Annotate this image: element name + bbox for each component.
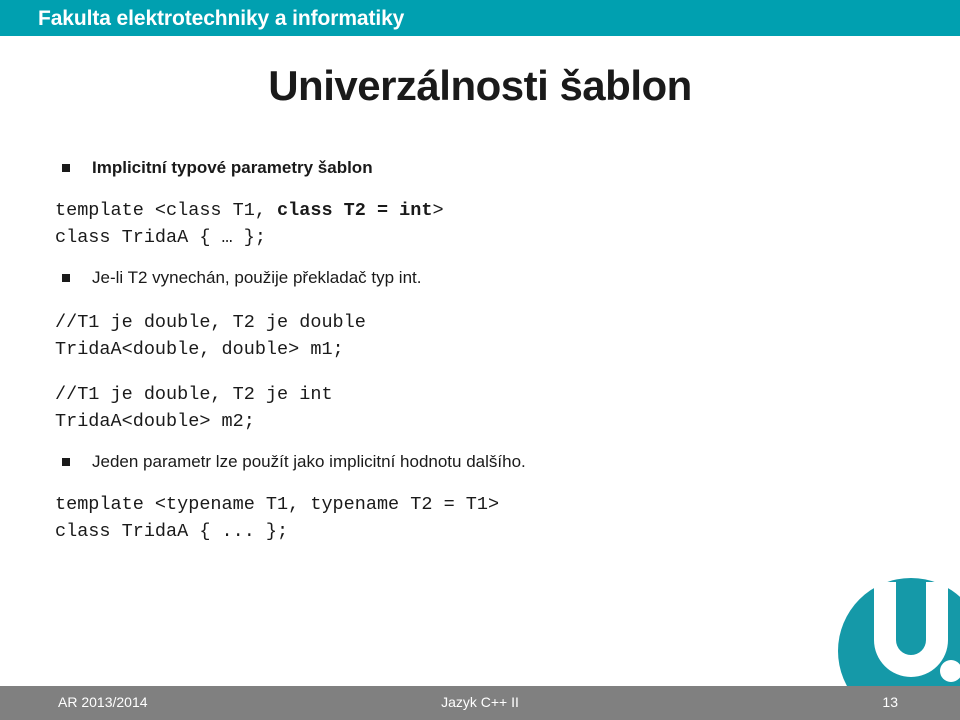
bullet-label-2: Je-li T2 vynechán, použije překladač typ… [92, 268, 422, 287]
code-line-3b: TridaA<double> m2; [55, 411, 255, 432]
code-line-1a-post: > [432, 200, 444, 221]
footer-page-number: 13 [882, 694, 898, 710]
square-bullet-icon [62, 458, 70, 466]
page-title: Univerzálnosti šablon [268, 62, 692, 109]
code-line-4a: template <typename T1, typename T2 = T1> [55, 494, 500, 515]
code-block-3: //T1 je double, T2 je int TridaA<double>… [0, 381, 960, 435]
header-band: Fakulta elektrotechniky a informatiky [0, 0, 960, 36]
bullet-label-3: Jeden parametr lze použít jako implicitn… [92, 452, 526, 471]
square-bullet-icon [62, 274, 70, 282]
code-line-2b: TridaA<double, double> m1; [55, 339, 344, 360]
code-line-1a-bold: class T2 = int [277, 200, 433, 221]
code-line-1b: class TridaA { … }; [55, 227, 266, 248]
footer-band: AR 2013/2014 Jazyk C++ II 13 [0, 686, 960, 720]
bullet-item-1: Implicitní typové parametry šablon [0, 155, 960, 181]
code-line-4b: class TridaA { ... }; [55, 521, 289, 542]
code-block-4: template <typename T1, typename T2 = T1>… [0, 491, 960, 545]
code-block-2: //T1 je double, T2 je double TridaA<doub… [0, 309, 960, 363]
bullet-item-2: Je-li T2 vynechán, použije překladač typ… [0, 265, 960, 291]
code-block-1: template <class T1, class T2 = int> clas… [0, 197, 960, 251]
faculty-title: Fakulta elektrotechniky a informatiky [38, 7, 405, 30]
code-line-3a: //T1 je double, T2 je int [55, 384, 333, 405]
bullet-item-3: Jeden parametr lze použít jako implicitn… [0, 449, 960, 475]
square-bullet-icon [62, 164, 70, 172]
slide-content: Implicitní typové parametry šablon templ… [0, 155, 960, 545]
code-line-2a: //T1 je double, T2 je double [55, 312, 366, 333]
slide: Fakulta elektrotechniky a informatiky Un… [0, 0, 960, 720]
code-line-1a-pre: template <class T1, [55, 200, 278, 221]
bullet-label-1: Implicitní typové parametry šablon [92, 158, 373, 177]
